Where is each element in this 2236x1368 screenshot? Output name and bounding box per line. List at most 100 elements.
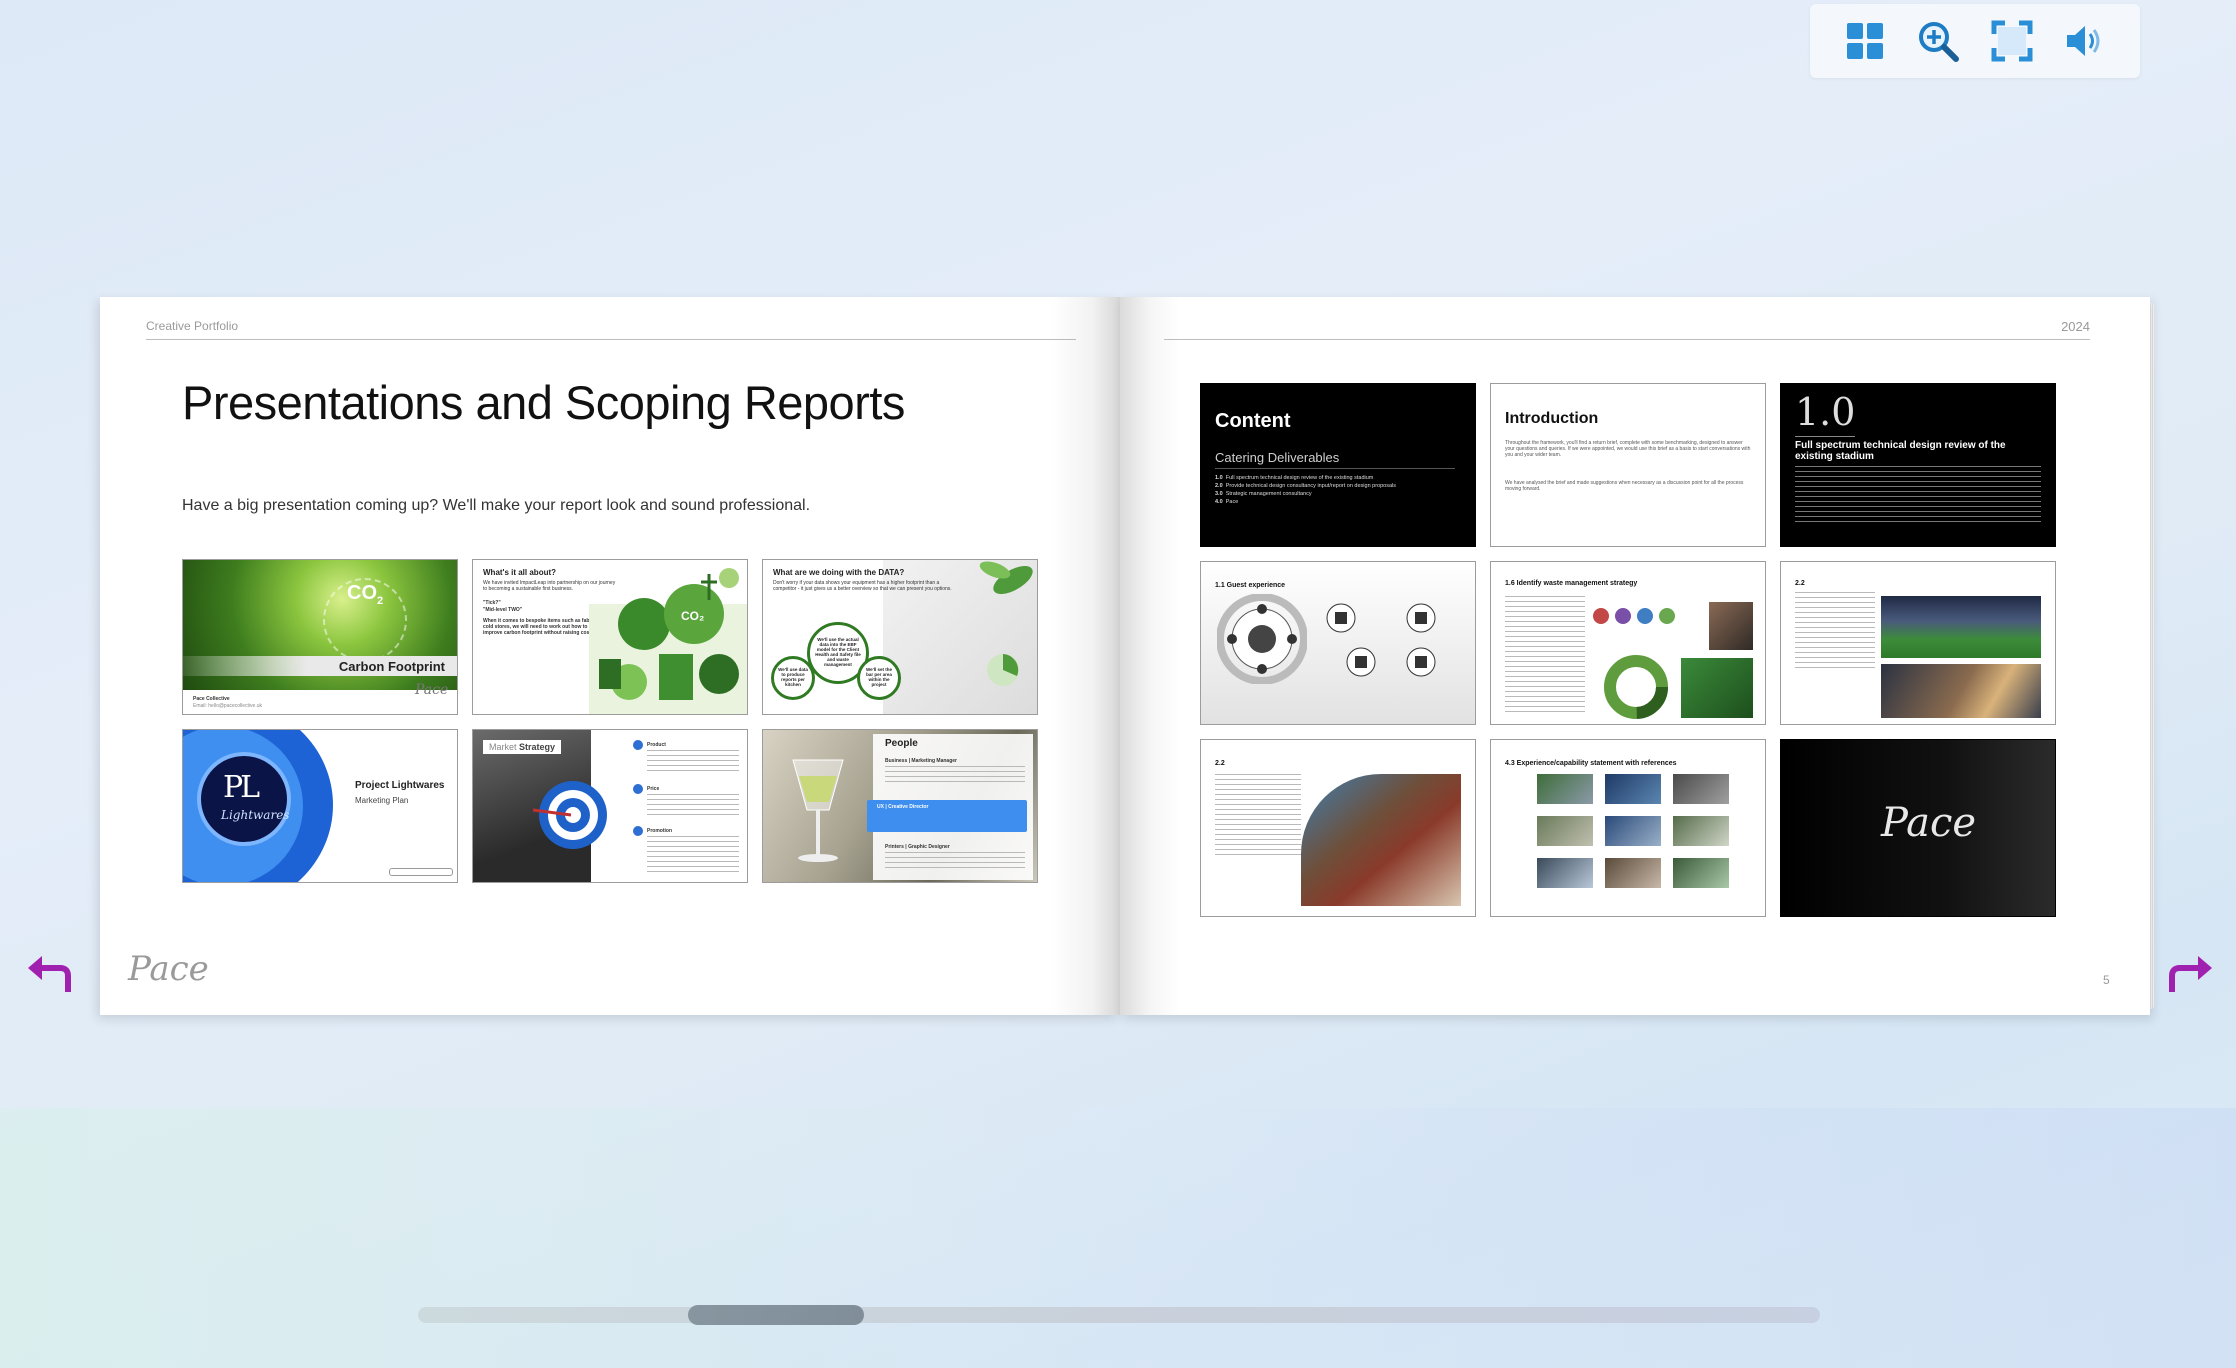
text-lines	[885, 852, 1025, 870]
people-section-2: Printers | Graphic Designer	[885, 844, 950, 850]
scrollbar-thumb[interactable]	[688, 1305, 864, 1325]
thumbnail-title: Carbon Footprint	[338, 659, 445, 674]
footer-email: Email: hello@pacecollective.uk	[193, 703, 262, 709]
thumbnail-whats-it-all-about[interactable]: What's it all about? We have invited Imp…	[472, 559, 748, 715]
pl-logo-script: Lightwares	[221, 808, 290, 822]
stadium-photo	[1881, 596, 2041, 658]
strategy-item-price: Price	[647, 786, 660, 792]
gutter-shadow-right	[1120, 297, 1180, 1015]
thumbnail-project-lightwares[interactable]: PL Lightwares Project Lightwares Marketi…	[182, 729, 458, 883]
text-lines	[1505, 596, 1585, 716]
text-lines	[1215, 774, 1301, 858]
thumbnail-introduction[interactable]: Introduction Throughout the framework, y…	[1490, 383, 1766, 547]
target-icon	[533, 781, 607, 849]
strategy-title-box: Market Strategy	[483, 740, 562, 754]
strategy-item-promotion: Promotion	[647, 828, 672, 834]
quote-1: "Tick?"	[483, 600, 501, 606]
divider	[1215, 468, 1455, 469]
glass-illustration	[792, 759, 844, 862]
thumbnail-references[interactable]: 4.3 Experience/capability statement with…	[1490, 739, 1766, 917]
thumbnail-carbon-footprint[interactable]: CO2 Carbon Footprint Pace Collective Ema…	[182, 559, 458, 715]
thumbnail-section-2-2-bar[interactable]: 2.2	[1200, 739, 1476, 917]
bin-photo	[1709, 602, 1753, 650]
bar-photo	[1301, 774, 1461, 906]
thumbnail-waste-management[interactable]: 1.6 Identify waste management strategy	[1490, 561, 1766, 725]
co2-label: CO2	[347, 582, 384, 607]
thumbnail-title: Content	[1215, 410, 1291, 432]
recycling-photo	[1681, 658, 1753, 718]
text-lines	[885, 766, 1025, 784]
header-rule	[146, 339, 1076, 340]
pace-logo: Pace	[1881, 800, 1977, 846]
pl-logo-initials: PL	[223, 770, 260, 805]
thumbnail-subtitle: Marketing Plan	[355, 796, 409, 805]
previous-page-arrow-icon[interactable]	[22, 946, 78, 1002]
page-scrollbar[interactable]	[418, 1305, 1820, 1325]
page-subtitle: Have a big presentation coming up? We'll…	[182, 497, 811, 514]
guest-icons	[1326, 603, 1436, 677]
thumbnail-section-1[interactable]: 1.0 Full spectrum technical design revie…	[1780, 383, 2056, 547]
thumbnail-body-2: We have analysed the brief and made sugg…	[1505, 480, 1744, 492]
thumbnail-title: 4.3 Experience/capability statement with…	[1505, 760, 1677, 767]
thumbnail-section-2-2-stadium[interactable]: 2.2	[1780, 561, 2056, 725]
right-page[interactable]: 2024 Content Catering Deliverables 1.0 F…	[1120, 297, 2150, 1015]
fullscreen-icon[interactable]	[1989, 18, 2035, 64]
divider	[1795, 436, 1855, 437]
people-highlight: UX | Creative Director	[877, 804, 929, 810]
thumbnail-people[interactable]: People Business | Marketing Manager UX |…	[762, 729, 1038, 883]
thumbnail-title: What's it all about?	[483, 568, 557, 577]
bullet-icon	[633, 784, 643, 794]
thumbnail-title: Introduction	[1505, 410, 1599, 427]
svg-text:CO₂: CO₂	[681, 609, 704, 623]
header-rule	[1164, 339, 2090, 340]
pace-logo: Pace	[415, 682, 449, 698]
thumbnail-title: 1.1 Guest experience	[1215, 582, 1286, 589]
thumbnail-title: 1.0	[1795, 390, 1856, 434]
text-lines	[1795, 592, 1875, 672]
thumbnail-subtitle: Full spectrum technical design review of…	[1795, 440, 2006, 462]
thumbnail-title: People	[885, 738, 918, 749]
text-lines	[647, 836, 739, 876]
next-page-arrow-icon[interactable]	[2162, 946, 2218, 1002]
thumbnail-title: 1.6 Identify waste management strategy	[1505, 580, 1638, 587]
thumbnail-market-strategy[interactable]: Market Strategy Product Price Promotion	[472, 729, 748, 883]
gutter-shadow-left	[1050, 297, 1120, 1015]
url-pill	[389, 868, 453, 876]
pace-footer-logo: Pace	[128, 949, 209, 989]
data-circle-right: We'll set the bar per area within the pr…	[857, 656, 901, 700]
bullet-icon	[633, 740, 643, 750]
text-lines	[647, 794, 739, 818]
thumbnail-title: 2.2	[1215, 760, 1225, 767]
thumbnail-data[interactable]: What are we doing with the DATA? Don't w…	[762, 559, 1038, 715]
thumbnail-subtitle: Catering Deliverables	[1215, 450, 1340, 465]
grid-icon[interactable]	[1842, 18, 1888, 64]
quote-2: "Mid-level TWO"	[483, 607, 523, 613]
thumbnail-content[interactable]: Content Catering Deliverables 1.0 Full s…	[1200, 383, 1476, 547]
text-lines	[647, 750, 739, 774]
left-page[interactable]: Creative Portfolio Presentations and Sco…	[100, 297, 1120, 1015]
strategy-item-product: Product	[647, 742, 666, 748]
guest-experience-wheel	[1217, 594, 1307, 684]
footer-name: Pace Collective	[193, 696, 230, 702]
thumbnail-body: Throughout the framework, you'll find a …	[1505, 440, 1751, 458]
thumbnail-title: Project Lightwares	[355, 780, 445, 791]
toolbar	[1810, 4, 2140, 78]
content-list: 1.0 Full spectrum technical design revie…	[1215, 475, 1397, 505]
data-circle-left: We'll use data to produce reports per ki…	[771, 656, 815, 700]
page-title: Presentations and Scoping Reports	[182, 376, 905, 429]
text-lines	[1795, 466, 2041, 522]
speaker-icon[interactable]	[2062, 18, 2108, 64]
waste-donut-chart	[1604, 655, 1668, 719]
restaurant-photo	[1881, 664, 2041, 718]
page-header-left: Creative Portfolio	[146, 319, 239, 333]
waste-icons	[1593, 608, 1675, 624]
thumbnail-guest-experience[interactable]: 1.1 Guest experience	[1200, 561, 1476, 725]
zoom-in-icon[interactable]	[1915, 18, 1961, 64]
reference-grid	[1537, 774, 1737, 888]
people-section-1: Business | Marketing Manager	[885, 758, 957, 764]
sustainability-illustration: CO₂	[589, 568, 747, 714]
flipbook: Creative Portfolio Presentations and Sco…	[100, 297, 2154, 1015]
thumbnail-title: 2.2	[1795, 580, 1805, 587]
page-header-right: 2024	[2061, 319, 2090, 334]
thumbnail-pace[interactable]: Pace	[1780, 739, 2056, 917]
